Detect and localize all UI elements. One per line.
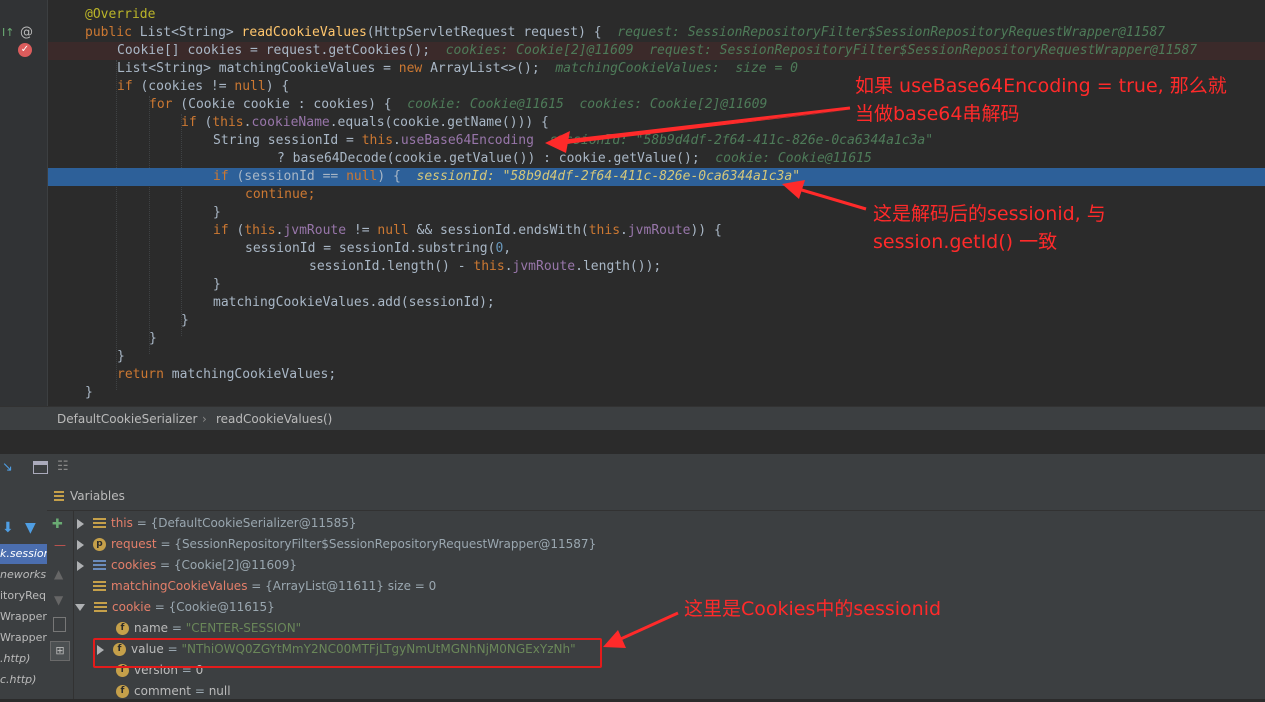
arrow-2-shaft — [794, 186, 867, 211]
arrow-2-head — [782, 180, 805, 199]
annotation-note-2-line-2: session.getId() 一致 — [873, 231, 1058, 253]
arrow-3-shaft — [613, 611, 679, 644]
annotation-note-3: 这里是Cookies中的sessionid — [684, 598, 942, 620]
annotation-note-1-line-1: 如果 useBase64Encoding = true, 那么就 — [855, 75, 1227, 97]
annotation-note-2-line-1: 这是解码后的sessionid, 与 — [873, 203, 1106, 225]
arrow-1-head — [545, 131, 570, 153]
arrow-1 — [548, 110, 850, 147]
arrow-1-shaft — [555, 106, 851, 144]
annotation-note-1-line-2: 当做base64串解码 — [855, 103, 1020, 125]
annotation-arrows — [545, 106, 867, 648]
